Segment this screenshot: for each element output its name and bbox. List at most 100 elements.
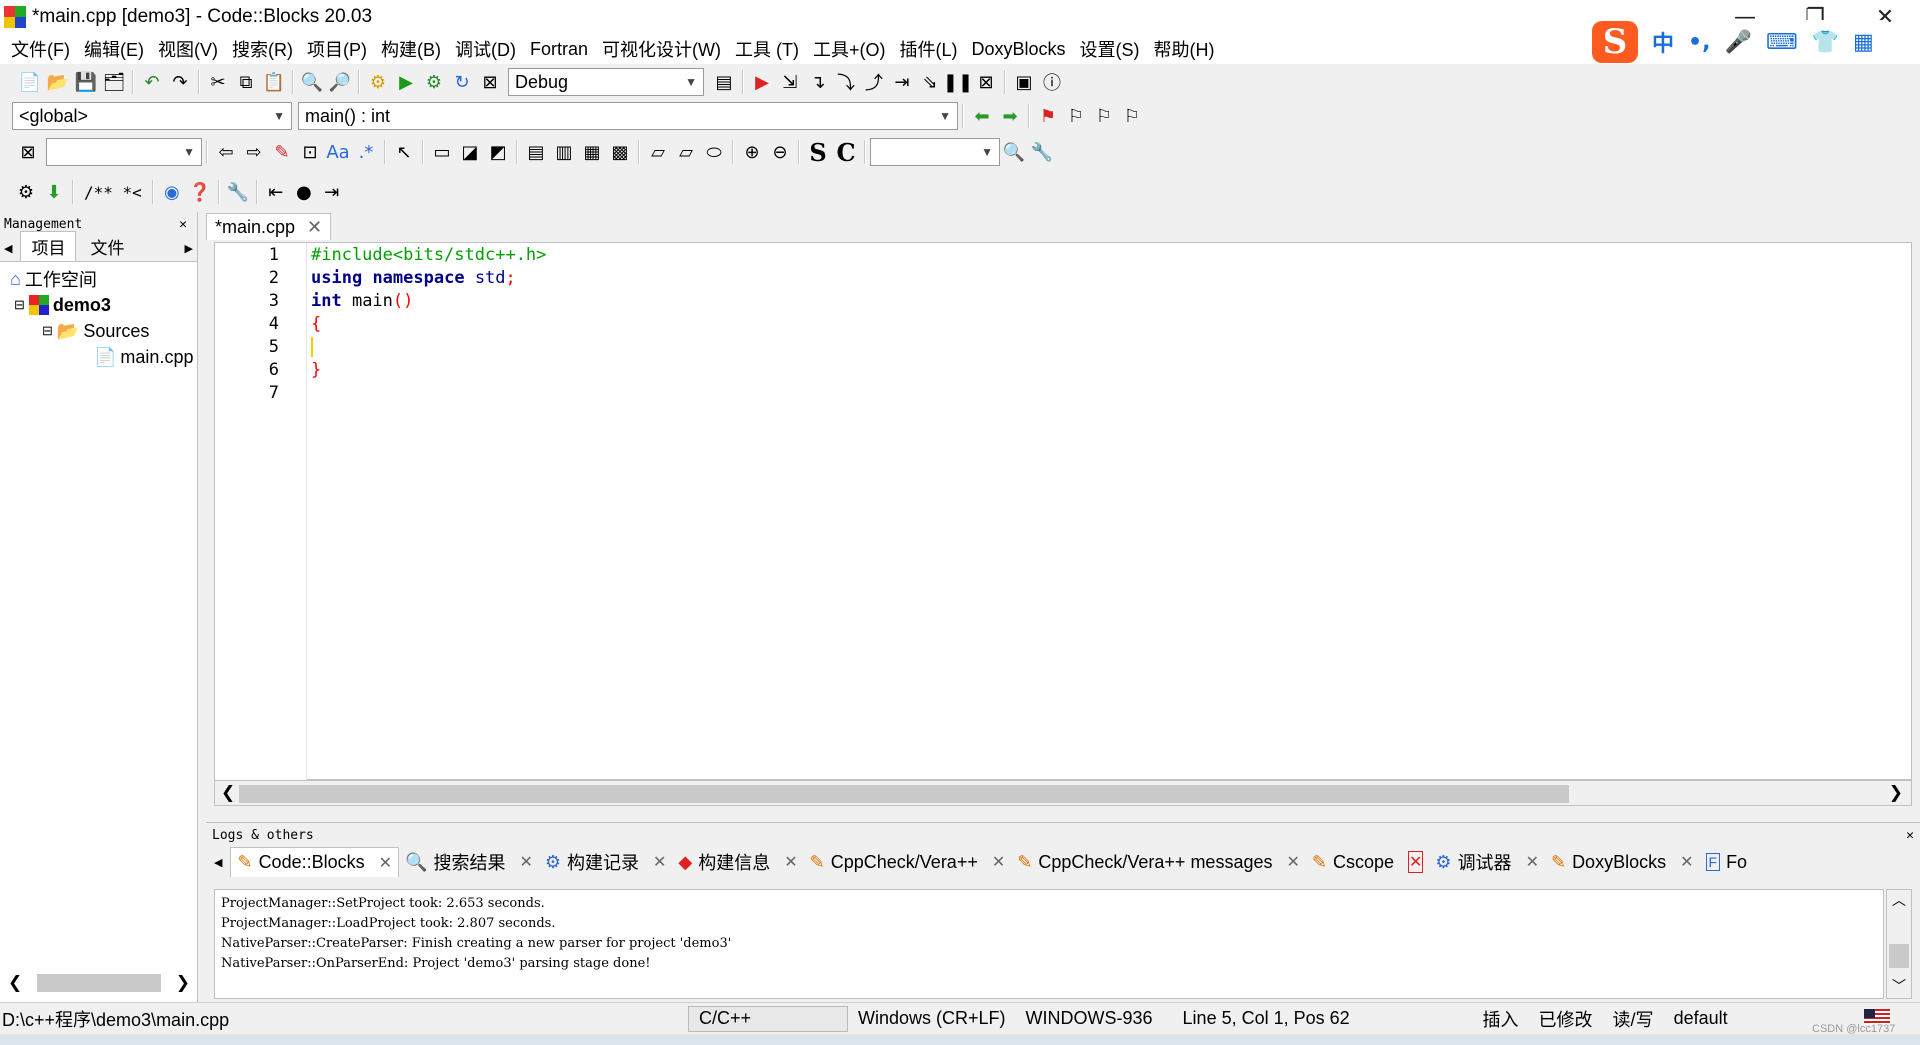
shape-output-icon[interactable]: ▱ xyxy=(672,139,700,165)
menu-file[interactable]: 文件(F) xyxy=(4,36,77,62)
tab-cppcheck-messages[interactable]: ✎ CppCheck/Vera++ messages ✕ xyxy=(1011,847,1306,877)
menu-tools-plus[interactable]: 工具+(O) xyxy=(806,36,893,62)
collapse-icon[interactable]: ⊟ xyxy=(14,297,25,313)
step-into-instruction-icon[interactable]: ⇘ xyxy=(916,69,944,95)
close-icon[interactable]: ✕ xyxy=(1408,851,1424,873)
previous-bookmark-icon[interactable]: ⚐ xyxy=(1062,103,1090,129)
shape-if-icon[interactable]: ◪ xyxy=(456,139,484,165)
ime-punctuation-icon[interactable]: •, xyxy=(1688,30,1710,55)
build-and-run-icon[interactable]: ⚙ xyxy=(420,69,448,95)
scope-select[interactable]: <global> ▼ xyxy=(12,102,292,130)
close-icon[interactable]: ✕ xyxy=(1906,828,1914,843)
tree-project[interactable]: ⊟ demo3 xyxy=(0,292,197,318)
log-vscroll[interactable]: ︿ ﹀ xyxy=(1886,889,1912,999)
run-icon[interactable]: ▶ xyxy=(392,69,420,95)
clear-search-icon[interactable]: ⊠ xyxy=(14,139,42,165)
menu-doxyblocks[interactable]: DoxyBlocks xyxy=(965,39,1073,60)
scroll-right-icon[interactable]: ❯ xyxy=(176,973,190,993)
regex-icon[interactable]: .* xyxy=(352,139,380,165)
save-icon[interactable]: 💾 xyxy=(72,69,100,95)
menu-build[interactable]: 构建(B) xyxy=(374,36,448,62)
new-file-icon[interactable]: 📄 xyxy=(16,69,44,95)
scroll-left-icon[interactable]: ❮ xyxy=(215,783,235,803)
toggle-right-icon[interactable]: ⇥ xyxy=(318,179,346,205)
debug-start-icon[interactable]: ▶ xyxy=(748,69,776,95)
search-next-icon[interactable]: ⇨ xyxy=(240,139,268,165)
log-output[interactable]: ProjectManager::SetProject took: 2.653 s… xyxy=(214,889,1884,999)
shape-switch-icon[interactable]: ▥ xyxy=(550,139,578,165)
shape-for-icon[interactable]: ▤ xyxy=(522,139,550,165)
close-icon[interactable]: ✕ xyxy=(1680,852,1693,872)
menu-view[interactable]: 视图(V) xyxy=(151,36,225,62)
paste-icon[interactable]: 📋 xyxy=(260,69,288,95)
cut-icon[interactable]: ✂ xyxy=(204,69,232,95)
collapse-icon[interactable]: ⊟ xyxy=(42,323,53,339)
jump-forward-icon[interactable]: ➡ xyxy=(996,103,1024,129)
shape-case-icon[interactable]: ▦ xyxy=(578,139,606,165)
scroll-thumb[interactable] xyxy=(1889,944,1909,968)
nassi-c-button[interactable]: C xyxy=(832,138,860,167)
ime-skin-icon[interactable]: 👕 xyxy=(1812,30,1839,55)
shape-while-icon[interactable]: ◩ xyxy=(484,139,512,165)
tab-scroll-left-icon[interactable]: ◀ xyxy=(206,856,230,869)
tab-codeblocks-log[interactable]: ✎ Code::Blocks ✕ xyxy=(230,847,400,877)
menu-plugins[interactable]: 插件(L) xyxy=(893,36,965,62)
menu-tools[interactable]: 工具 (T) xyxy=(728,36,806,62)
tab-cscope[interactable]: ✎ Cscope ✕ xyxy=(1306,847,1430,877)
debug-windows-icon[interactable]: ▣ xyxy=(1010,69,1038,95)
pause-icon[interactable]: ❚❚ xyxy=(943,69,973,95)
target-options-icon[interactable]: ▤ xyxy=(710,69,738,95)
tab-debugger[interactable]: ⚙ 调试器 ✕ xyxy=(1429,847,1545,877)
zoom-out-icon[interactable]: ⊖ xyxy=(766,139,794,165)
step-out-icon[interactable]: ⤴ xyxy=(860,69,888,95)
stop-debugger-icon[interactable]: ⊠ xyxy=(972,69,1000,95)
abort-icon[interactable]: ⊠ xyxy=(476,69,504,95)
shape-call-icon[interactable]: ⬭ xyxy=(700,139,728,165)
jump-back-icon[interactable]: ⬅ xyxy=(968,103,996,129)
close-icon[interactable]: ✕ xyxy=(1526,852,1539,872)
tab-fortran[interactable]: F Fo xyxy=(1700,847,1754,877)
menu-search[interactable]: 搜索(R) xyxy=(225,36,300,62)
tab-scroll-left-icon[interactable]: ◀ xyxy=(0,242,16,261)
menu-debug[interactable]: 调试(D) xyxy=(448,36,523,62)
tab-cppcheck[interactable]: ✎ CppCheck/Vera++ ✕ xyxy=(804,847,1012,877)
next-instruction-icon[interactable]: ⇥ xyxy=(888,69,916,95)
zoom-in-icon[interactable]: ⊕ xyxy=(738,139,766,165)
close-icon[interactable]: ✕ xyxy=(653,852,666,872)
thread-search-options-icon[interactable]: 🔧 xyxy=(1028,139,1056,165)
tab-projects[interactable]: 项目 xyxy=(20,231,77,261)
scroll-left-icon[interactable]: ❮ xyxy=(8,973,22,993)
select-pointer-icon[interactable]: ↖ xyxy=(390,139,418,165)
code-editor[interactable]: 1 #include<bits/stdc++.h> 2 using namesp… xyxy=(214,242,1912,781)
tab-files[interactable]: 文件 xyxy=(80,232,134,261)
tree-file-main[interactable]: 📄 main.cpp xyxy=(0,344,197,370)
tree-workspace[interactable]: ⌂ 工作空间 xyxy=(0,266,197,292)
build-target-select[interactable]: Debug ▼ xyxy=(508,68,704,96)
tab-doxyblocks[interactable]: ✎ DoxyBlocks ✕ xyxy=(1545,847,1700,877)
sogou-logo-icon[interactable]: S xyxy=(1592,21,1638,63)
menu-help[interactable]: 帮助(H) xyxy=(1147,36,1222,62)
tab-build-log[interactable]: ⚙ 构建记录 ✕ xyxy=(539,847,673,877)
shape-block-icon[interactable]: ▭ xyxy=(428,139,456,165)
doxy-preferences-icon[interactable]: 🔧 xyxy=(224,179,252,205)
ime-chinese-mode[interactable]: 中 xyxy=(1652,26,1674,58)
menu-project[interactable]: 项目(P) xyxy=(300,36,374,62)
toggle-left-icon[interactable]: ⇤ xyxy=(262,179,290,205)
selected-text-only-icon[interactable]: ⊡ xyxy=(296,139,324,165)
run-to-cursor-icon[interactable]: ⇲ xyxy=(776,69,804,95)
tab-build-messages[interactable]: ◆ 构建信息 ✕ xyxy=(672,847,803,877)
save-all-icon[interactable]: 🗂 xyxy=(100,69,128,95)
run-html-icon[interactable]: ◉ xyxy=(158,179,186,205)
thread-search-input[interactable]: ▼ xyxy=(870,138,1000,166)
close-icon[interactable]: ✕ xyxy=(784,852,797,872)
nassi-s-button[interactable]: S xyxy=(804,138,832,167)
close-icon[interactable]: ✕ xyxy=(992,852,1005,872)
open-file-icon[interactable]: 📂 xyxy=(44,69,72,95)
scroll-thumb[interactable] xyxy=(239,785,1569,803)
tab-search-results[interactable]: 🔍 搜索结果 ✕ xyxy=(399,847,539,877)
ime-keyboard-icon[interactable]: ⌨ xyxy=(1766,30,1798,55)
scroll-down-icon[interactable]: ﹀ xyxy=(1887,976,1911,996)
scroll-right-icon[interactable]: ❯ xyxy=(1889,783,1911,803)
ime-apps-icon[interactable]: ▦ xyxy=(1853,30,1874,55)
tree-folder-sources[interactable]: ⊟ 📂 Sources xyxy=(0,318,197,344)
